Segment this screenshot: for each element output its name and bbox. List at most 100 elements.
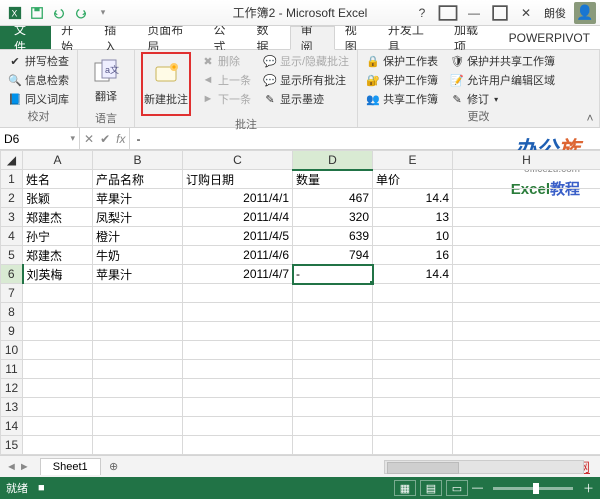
tab-file[interactable]: 文件 xyxy=(0,26,51,49)
next-comment-button[interactable]: ►下一条 xyxy=(199,90,253,108)
row-header[interactable]: 11 xyxy=(1,360,23,379)
row-header[interactable]: 6 xyxy=(1,265,23,284)
col-header-h[interactable]: H xyxy=(453,151,600,170)
excel-icon[interactable]: X xyxy=(6,4,24,22)
protect-share-button[interactable]: 🛡保护并共享工作簿 xyxy=(448,52,557,70)
cell[interactable] xyxy=(373,379,453,398)
cell[interactable] xyxy=(183,398,293,417)
translate-button[interactable]: a文 翻译 xyxy=(84,52,128,110)
cell[interactable]: 16 xyxy=(373,246,453,265)
cell[interactable]: 639 xyxy=(293,227,373,246)
cell[interactable]: 2011/4/6 xyxy=(183,246,293,265)
cell[interactable] xyxy=(373,322,453,341)
cell[interactable] xyxy=(23,436,93,455)
cell[interactable] xyxy=(293,303,373,322)
cell[interactable] xyxy=(183,436,293,455)
row-header[interactable]: 8 xyxy=(1,303,23,322)
help-icon[interactable]: ? xyxy=(410,4,434,22)
cell[interactable] xyxy=(23,284,93,303)
row-header[interactable]: 1 xyxy=(1,170,23,189)
cell[interactable] xyxy=(373,341,453,360)
cell[interactable] xyxy=(183,284,293,303)
cancel-icon[interactable]: ✕ xyxy=(84,132,94,146)
tab-review[interactable]: 审阅 xyxy=(290,26,335,50)
cell[interactable]: 2011/4/7 xyxy=(183,265,293,284)
share-workbook-button[interactable]: 👥共享工作簿 xyxy=(364,90,440,108)
cell[interactable]: 凤梨汁 xyxy=(93,208,183,227)
row-header[interactable]: 14 xyxy=(1,417,23,436)
protect-sheet-button[interactable]: 🔒保护工作表 xyxy=(364,52,440,70)
sheet-nav-prev-icon[interactable]: ◄ xyxy=(6,461,17,473)
cell[interactable] xyxy=(293,398,373,417)
cell[interactable] xyxy=(23,398,93,417)
cell[interactable] xyxy=(93,303,183,322)
new-sheet-button[interactable]: ⊕ xyxy=(105,460,123,473)
thesaurus-button[interactable]: 📘同义词库 xyxy=(6,90,71,108)
cell[interactable] xyxy=(453,227,600,246)
cell[interactable] xyxy=(453,417,600,436)
col-header-c[interactable]: C xyxy=(183,151,293,170)
cell[interactable] xyxy=(453,246,600,265)
tab-addins[interactable]: 加载项 xyxy=(444,26,499,49)
cell[interactable] xyxy=(453,341,600,360)
cell[interactable]: 牛奶 xyxy=(93,246,183,265)
ribbon-options-icon[interactable] xyxy=(436,4,460,22)
cell[interactable]: 橙汁 xyxy=(93,227,183,246)
cell[interactable]: 单价 xyxy=(373,170,453,189)
row-header[interactable]: 4 xyxy=(1,227,23,246)
allow-edit-button[interactable]: 📝允许用户编辑区域 xyxy=(448,71,557,89)
delete-comment-button[interactable]: ✖删除 xyxy=(199,52,253,70)
tab-layout[interactable]: 页面布局 xyxy=(137,26,203,49)
cell[interactable] xyxy=(183,303,293,322)
row-header[interactable]: 2 xyxy=(1,189,23,208)
macro-record-icon[interactable]: ■ xyxy=(38,482,45,494)
cell[interactable]: 孙宁 xyxy=(23,227,93,246)
cell[interactable] xyxy=(293,341,373,360)
cell[interactable] xyxy=(373,398,453,417)
tab-insert[interactable]: 插入 xyxy=(94,26,137,49)
name-box[interactable]: D6 ▾ xyxy=(0,128,80,149)
research-button[interactable]: 🔍信息检索 xyxy=(6,71,71,89)
row-header[interactable]: 9 xyxy=(1,322,23,341)
maximize-icon[interactable] xyxy=(488,4,512,22)
cell[interactable] xyxy=(373,284,453,303)
cell[interactable] xyxy=(453,398,600,417)
tab-powerpivot[interactable]: POWERPIVOT xyxy=(499,26,600,49)
cell[interactable] xyxy=(293,360,373,379)
cell[interactable] xyxy=(93,322,183,341)
cell[interactable] xyxy=(293,436,373,455)
cell[interactable] xyxy=(373,417,453,436)
cell[interactable] xyxy=(373,360,453,379)
cell[interactable] xyxy=(93,284,183,303)
enter-icon[interactable]: ✔ xyxy=(100,132,110,146)
cell[interactable]: 467 xyxy=(293,189,373,208)
undo-icon[interactable] xyxy=(50,4,68,22)
cell[interactable]: 苹果汁 xyxy=(93,189,183,208)
cell[interactable] xyxy=(453,284,600,303)
cell[interactable] xyxy=(93,379,183,398)
spellcheck-button[interactable]: ✔拼写检查 xyxy=(6,52,71,70)
user-name[interactable]: 朗俊 xyxy=(544,5,566,21)
row-header[interactable]: 5 xyxy=(1,246,23,265)
show-all-comments-button[interactable]: 💬显示所有批注 xyxy=(261,71,351,89)
cell[interactable]: 2011/4/1 xyxy=(183,189,293,208)
cell[interactable] xyxy=(373,436,453,455)
view-normal-icon[interactable]: ▦ xyxy=(394,480,416,496)
cell[interactable]: 14.4 xyxy=(373,189,453,208)
cell[interactable] xyxy=(93,360,183,379)
cell[interactable] xyxy=(23,360,93,379)
cell[interactable]: 苹果汁 xyxy=(93,265,183,284)
cell[interactable]: 订购日期 xyxy=(183,170,293,189)
cell[interactable] xyxy=(453,303,600,322)
cell[interactable] xyxy=(453,208,600,227)
cell[interactable] xyxy=(453,189,600,208)
cell[interactable] xyxy=(183,379,293,398)
close-icon[interactable]: ✕ xyxy=(514,4,538,22)
cell[interactable] xyxy=(293,322,373,341)
cell[interactable]: 刘英梅 xyxy=(23,265,93,284)
cell[interactable] xyxy=(183,360,293,379)
sheet-nav-next-icon[interactable]: ► xyxy=(19,461,30,473)
name-box-dropdown-icon[interactable]: ▾ xyxy=(70,133,75,144)
avatar[interactable]: 👤 xyxy=(574,2,596,24)
prev-comment-button[interactable]: ◄上一条 xyxy=(199,71,253,89)
